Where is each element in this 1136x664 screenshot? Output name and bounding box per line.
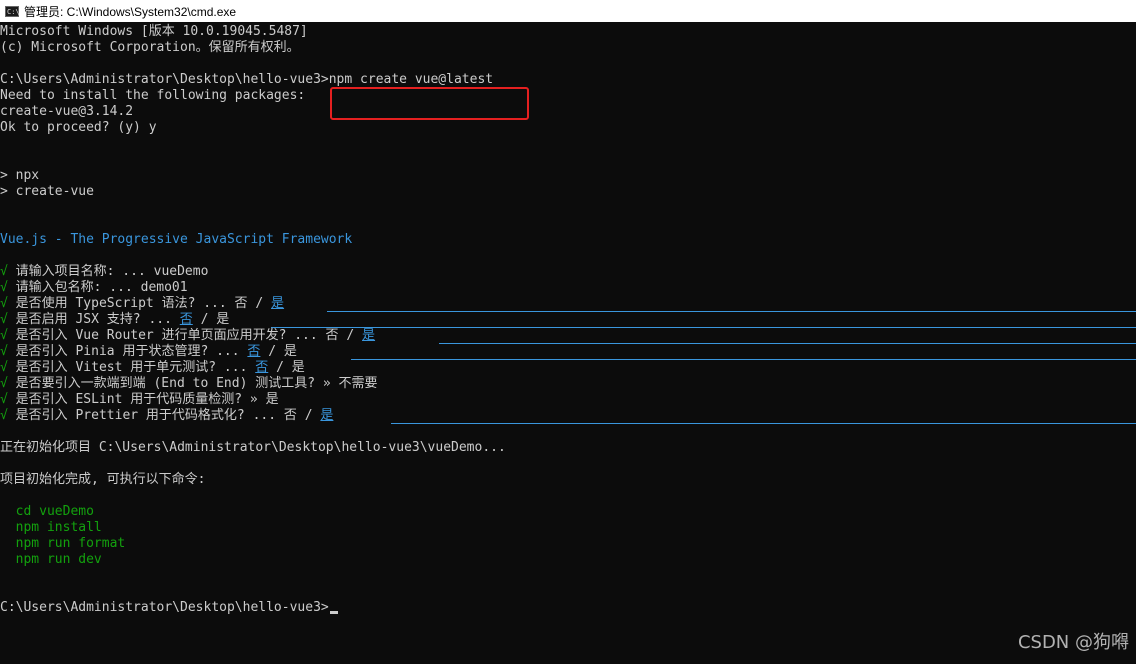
prompt-line-2[interactable]: C:\Users\Administrator\Desktop\hello-vue… bbox=[0, 600, 338, 616]
done-message: 项目初始化完成, 可执行以下命令: bbox=[0, 472, 206, 487]
text-cursor bbox=[329, 611, 338, 614]
prompt-path: C:\Users\Administrator\Desktop\hello-vue… bbox=[0, 72, 329, 87]
prompt-vue-router: √ 是否引入 Vue Router 进行单页面应用开发? ... 否 / 是 bbox=[0, 328, 375, 344]
answer-value: vueDemo bbox=[153, 264, 209, 279]
option-no-selected: 否 bbox=[179, 312, 193, 327]
proceed-line: Ok to proceed? (y) y bbox=[0, 120, 157, 135]
check-icon: √ bbox=[0, 264, 8, 279]
option-separator: / bbox=[192, 312, 217, 327]
next-cmd-dev: npm run dev bbox=[0, 552, 102, 567]
option-no-selected: 否 bbox=[255, 360, 269, 375]
answer-value: 是 bbox=[265, 392, 279, 407]
option-no: 否 bbox=[325, 328, 339, 343]
need-install-line: Need to install the following packages: bbox=[0, 88, 306, 103]
option-no: 否 bbox=[283, 408, 297, 423]
check-icon: √ bbox=[0, 296, 8, 311]
check-icon: √ bbox=[0, 280, 8, 295]
option-no-selected: 否 bbox=[247, 344, 261, 359]
prompt-eslint: √ 是否引入 ESLint 用于代码质量检测? » 是 bbox=[0, 392, 279, 408]
question-label: 是否引入 Pinia 用于状态管理? ... bbox=[15, 344, 248, 359]
check-icon: √ bbox=[0, 328, 8, 343]
window-title: 管理员: C:\Windows\System32\cmd.exe bbox=[24, 4, 237, 19]
option-yes-selected: 是 bbox=[362, 328, 376, 343]
terminal-rule bbox=[271, 327, 1136, 328]
csdn-watermark: CSDN @狗嘚 bbox=[1017, 632, 1129, 653]
answer-value: demo01 bbox=[140, 280, 188, 295]
prompt-typescript: √ 是否使用 TypeScript 语法? ... 否 / 是 bbox=[0, 296, 284, 312]
option-yes: 是 bbox=[283, 344, 297, 359]
package-line: create-vue@3.14.2 bbox=[0, 104, 134, 119]
question-label: 是否启用 JSX 支持? ... bbox=[15, 312, 180, 327]
question-label: 是否要引入一款端到端 (End to End) 测试工具? » bbox=[15, 376, 339, 391]
check-icon: √ bbox=[0, 392, 8, 407]
typed-command: npm create vue@latest bbox=[328, 72, 494, 87]
prompt-line-1: C:\Users\Administrator\Desktop\hello-vue… bbox=[0, 72, 493, 88]
prompt-vitest: √ 是否引入 Vitest 用于单元测试? ... 否 / 是 bbox=[0, 360, 305, 376]
prompt-package-name: √ 请输入包名称: ... demo01 bbox=[0, 280, 188, 296]
option-separator: / bbox=[296, 408, 321, 423]
check-icon: √ bbox=[0, 408, 8, 423]
check-icon: √ bbox=[0, 376, 8, 391]
prompt-path: C:\Users\Administrator\Desktop\hello-vue… bbox=[0, 600, 329, 615]
question-label: 是否引入 Prettier 用于代码格式化? ... bbox=[15, 408, 284, 423]
init-message: 正在初始化项目 C:\Users\Administrator\Desktop\h… bbox=[0, 440, 506, 455]
option-yes: 是 bbox=[291, 360, 305, 375]
prompt-prettier: √ 是否引入 Prettier 用于代码格式化? ... 否 / 是 bbox=[0, 408, 333, 424]
terminal-rule bbox=[439, 343, 1136, 344]
terminal-rule bbox=[391, 423, 1136, 424]
create-vue-line: > create-vue bbox=[0, 184, 94, 199]
terminal-output[interactable]: Microsoft Windows [版本 10.0.19045.5487] (… bbox=[0, 23, 1136, 664]
next-cmd-cd: cd vueDemo bbox=[0, 504, 94, 519]
cmd-icon: C:\ bbox=[5, 5, 20, 17]
terminal-rule bbox=[327, 311, 1136, 312]
title-bar[interactable]: C:\ 管理员: C:\Windows\System32\cmd.exe bbox=[0, 0, 1136, 22]
question-label: 是否引入 Vitest 用于单元测试? ... bbox=[15, 360, 256, 375]
question-label: 是否引入 ESLint 用于代码质量检测? » bbox=[15, 392, 266, 407]
prompt-pinia: √ 是否引入 Pinia 用于状态管理? ... 否 / 是 bbox=[0, 344, 297, 360]
question-label: 是否使用 TypeScript 语法? ... bbox=[15, 296, 235, 311]
check-icon: √ bbox=[0, 344, 8, 359]
option-separator: / bbox=[260, 344, 284, 359]
npx-line: > npx bbox=[0, 168, 40, 183]
terminal-rule bbox=[351, 359, 1136, 360]
question-label: 是否引入 Vue Router 进行单页面应用开发? ... bbox=[15, 328, 326, 343]
prompt-e2e: √ 是否要引入一款端到端 (End to End) 测试工具? » 不需要 bbox=[0, 376, 378, 392]
prompt-project-name: √ 请输入项目名称: ... vueDemo bbox=[0, 264, 208, 280]
prompt-jsx: √ 是否启用 JSX 支持? ... 否 / 是 bbox=[0, 312, 229, 328]
banner-copyright: (c) Microsoft Corporation。保留所有权利。 bbox=[0, 40, 300, 55]
option-yes-selected: 是 bbox=[320, 408, 334, 423]
answer-value: 不需要 bbox=[338, 376, 378, 391]
banner-version: Microsoft Windows [版本 10.0.19045.5487] bbox=[0, 24, 308, 39]
next-cmd-install: npm install bbox=[0, 520, 102, 535]
check-icon: √ bbox=[0, 312, 8, 327]
check-icon: √ bbox=[0, 360, 8, 375]
next-cmd-format: npm run format bbox=[0, 536, 126, 551]
option-no: 否 bbox=[234, 296, 248, 311]
command-highlight-box bbox=[330, 87, 529, 120]
option-separator: / bbox=[247, 296, 272, 311]
option-yes: 是 bbox=[216, 312, 230, 327]
question-label: 请输入项目名称: ... bbox=[15, 264, 154, 279]
option-separator: / bbox=[338, 328, 363, 343]
question-label: 请输入包名称: ... bbox=[15, 280, 141, 295]
option-separator: / bbox=[268, 360, 292, 375]
vue-banner: Vue.js - The Progressive JavaScript Fram… bbox=[0, 232, 353, 247]
option-yes-selected: 是 bbox=[271, 296, 285, 311]
